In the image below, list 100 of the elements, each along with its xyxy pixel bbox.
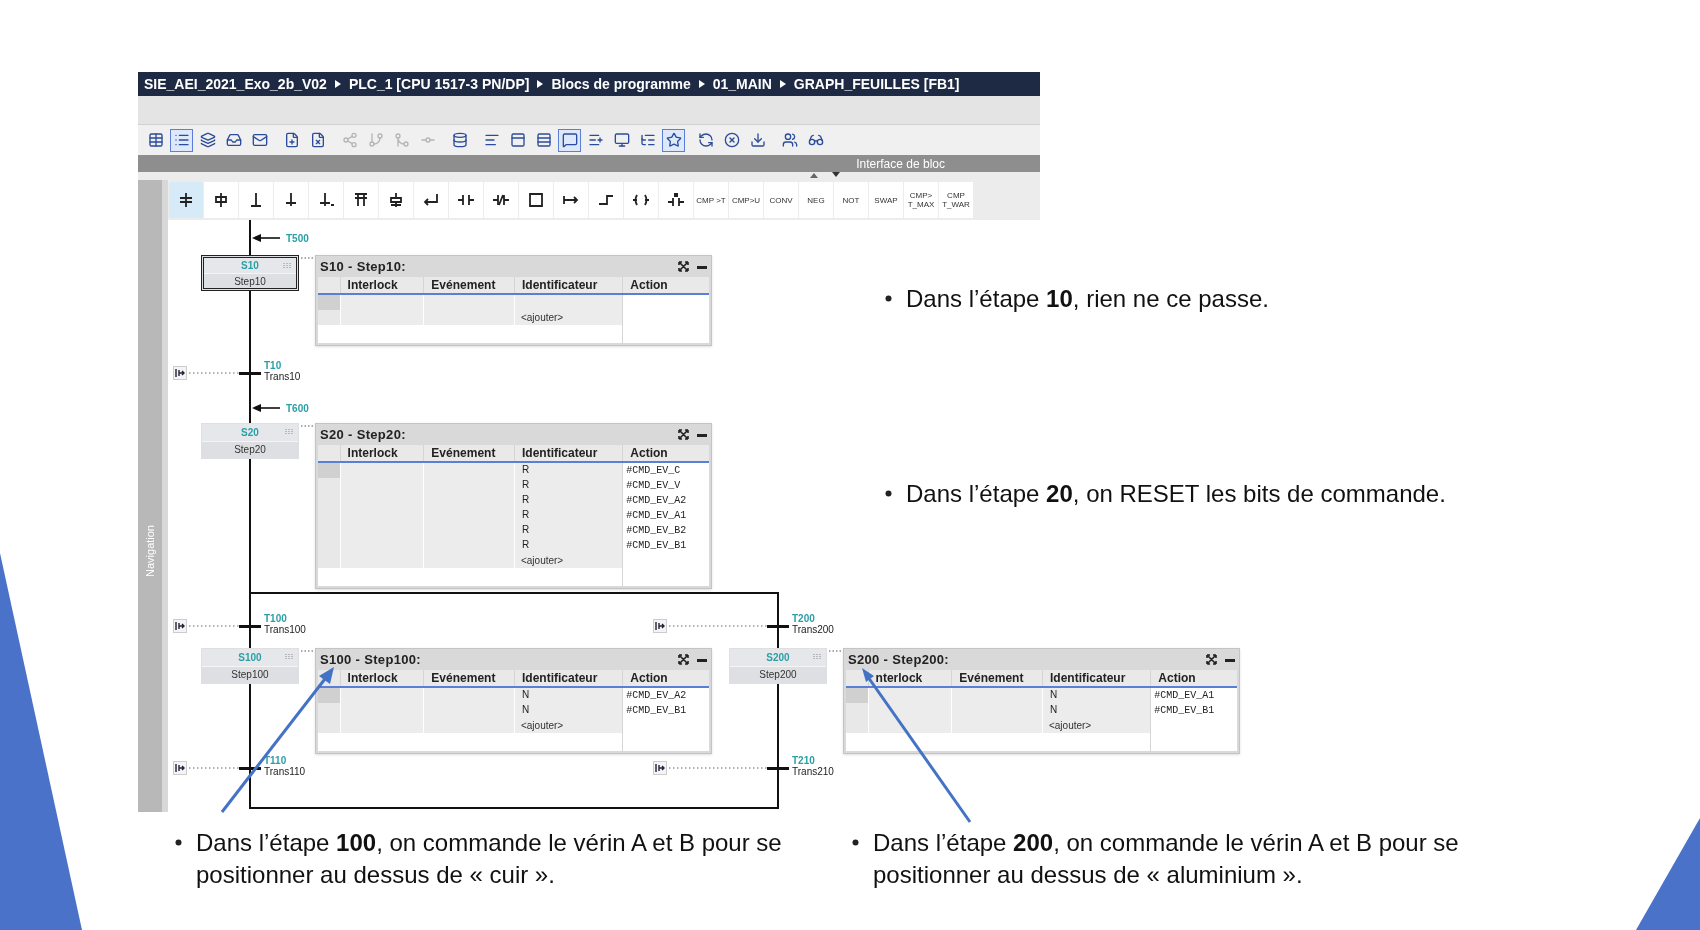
bullet-icon <box>175 839 182 846</box>
palette-button[interactable] <box>169 182 203 218</box>
step-box[interactable]: S20 Step20 <box>201 423 299 459</box>
chevron-icon <box>698 80 705 88</box>
step-box[interactable]: S10 Step10 <box>201 255 299 291</box>
palette-button[interactable] <box>659 182 693 218</box>
palette-button[interactable] <box>344 182 378 218</box>
link-line <box>301 425 313 427</box>
table-title: S100 - Step100: <box>320 650 421 669</box>
transition-number: T10 <box>264 360 283 371</box>
palette-button[interactable] <box>554 182 588 218</box>
column-header: Identificateur <box>514 670 623 686</box>
palette-button[interactable]: CMP >T <box>694 182 728 218</box>
column-header: Evénement <box>423 445 514 461</box>
column-header: Action <box>1150 670 1237 686</box>
palette-button[interactable]: NEG <box>799 182 833 218</box>
chevron-icon <box>537 80 544 88</box>
column-header: Identificateur <box>514 277 623 293</box>
table-cell: #CMD_EV_B1 <box>1150 703 1237 718</box>
link-line <box>301 650 313 652</box>
palette-button[interactable]: SWAP <box>869 182 903 218</box>
palette-button[interactable] <box>519 182 553 218</box>
palette-button[interactable] <box>449 182 483 218</box>
flow-line <box>249 220 251 255</box>
add-row-cell[interactable]: <ajouter> <box>513 718 623 733</box>
link-line <box>829 650 841 652</box>
minimize-icon[interactable] <box>697 657 707 662</box>
table-cell: R <box>513 493 623 508</box>
step-number: S100 <box>238 650 262 665</box>
palette-button[interactable] <box>484 182 518 218</box>
transition-name: Trans100 <box>264 624 306 635</box>
connector-line <box>189 625 239 627</box>
condition-icon[interactable] <box>173 761 187 775</box>
jump-arrow <box>252 233 280 243</box>
toolbar-button[interactable] <box>558 128 581 152</box>
expand-icon[interactable] <box>678 429 689 440</box>
step-box[interactable]: S100 Step100 <box>201 648 299 684</box>
glasses-icon <box>807 132 824 148</box>
jump-arrow <box>252 403 280 413</box>
table-cell: #CMD_EV_A2 <box>622 688 709 703</box>
table-cell: #CMD_EV_B1 <box>622 538 709 553</box>
breadcrumb-item[interactable]: GRAPH_FEUILLES [FB1] <box>793 73 960 95</box>
layers-icon <box>199 132 216 148</box>
expand-icon[interactable] <box>1206 654 1217 665</box>
palette-button[interactable] <box>624 182 658 218</box>
column-header: Interlock <box>339 445 424 461</box>
palette-button[interactable] <box>274 182 308 218</box>
minimize-icon[interactable] <box>1225 657 1235 662</box>
column-header: Action <box>622 670 709 686</box>
add-row-cell[interactable]: <ajouter> <box>513 553 623 568</box>
palette-button[interactable] <box>309 182 343 218</box>
column-header: Identificateur <box>514 445 623 461</box>
grip-icon <box>285 428 295 436</box>
palette-button[interactable] <box>239 182 273 218</box>
breadcrumb-item[interactable]: PLC_1 [CPU 1517-3 PN/DP] <box>348 73 530 95</box>
chevron-icon <box>334 80 341 88</box>
comment-icon <box>561 132 578 148</box>
condition-icon[interactable] <box>653 619 667 633</box>
breadcrumb-item[interactable]: 01_MAIN <box>712 73 772 95</box>
toolbar-button[interactable] <box>170 128 193 152</box>
minimize-icon[interactable] <box>697 432 707 437</box>
transition-name: Trans10 <box>264 371 301 382</box>
palette-button[interactable] <box>204 182 238 218</box>
column-header: Evénement <box>423 670 514 686</box>
breadcrumb-item[interactable]: SIE_AEI_2021_Exo_2b_V02 <box>144 73 327 95</box>
bullet-icon <box>852 839 859 846</box>
refresh-icon <box>697 132 714 148</box>
transition-number: T210 <box>792 755 816 766</box>
palette-button[interactable]: CONV <box>764 182 798 218</box>
palette-button[interactable]: NOT <box>834 182 868 218</box>
expand-icon[interactable] <box>678 261 689 272</box>
step-box[interactable]: S200 Step200 <box>729 648 827 684</box>
database-icon <box>451 132 468 148</box>
bullet-icon <box>885 490 892 497</box>
step-number: S10 <box>241 259 259 273</box>
table-cell: N <box>513 688 623 703</box>
toolbar-button[interactable] <box>662 128 685 152</box>
condition-icon[interactable] <box>173 619 187 633</box>
breadcrumb-item[interactable]: Blocs de programme <box>551 73 691 95</box>
table-cell: R <box>513 463 623 478</box>
palette-button[interactable]: CMP> T_MAX <box>904 182 938 218</box>
branch-icon <box>367 132 384 148</box>
palette-button[interactable]: CMP>U <box>729 182 763 218</box>
table-title: S20 - Step20: <box>320 425 406 444</box>
palette-button[interactable]: CMP T_WAR <box>939 182 973 218</box>
minimize-icon[interactable] <box>697 264 707 269</box>
transition-name: Trans110 <box>264 766 306 777</box>
transition-bar[interactable] <box>239 767 261 770</box>
palette-button[interactable] <box>414 182 448 218</box>
monitor-icon <box>613 132 630 148</box>
expand-icon[interactable] <box>678 654 689 665</box>
condition-icon[interactable] <box>173 366 187 380</box>
add-row-cell[interactable]: <ajouter> <box>1041 718 1151 733</box>
condition-icon[interactable] <box>653 761 667 775</box>
add-row-cell[interactable]: <ajouter> <box>513 310 623 325</box>
transition-number: T200 <box>792 613 816 624</box>
palette-button[interactable] <box>589 182 623 218</box>
palette-button[interactable] <box>379 182 413 218</box>
transition-number: T100 <box>264 613 288 624</box>
table-cell: #CMD_EV_V <box>622 478 709 493</box>
